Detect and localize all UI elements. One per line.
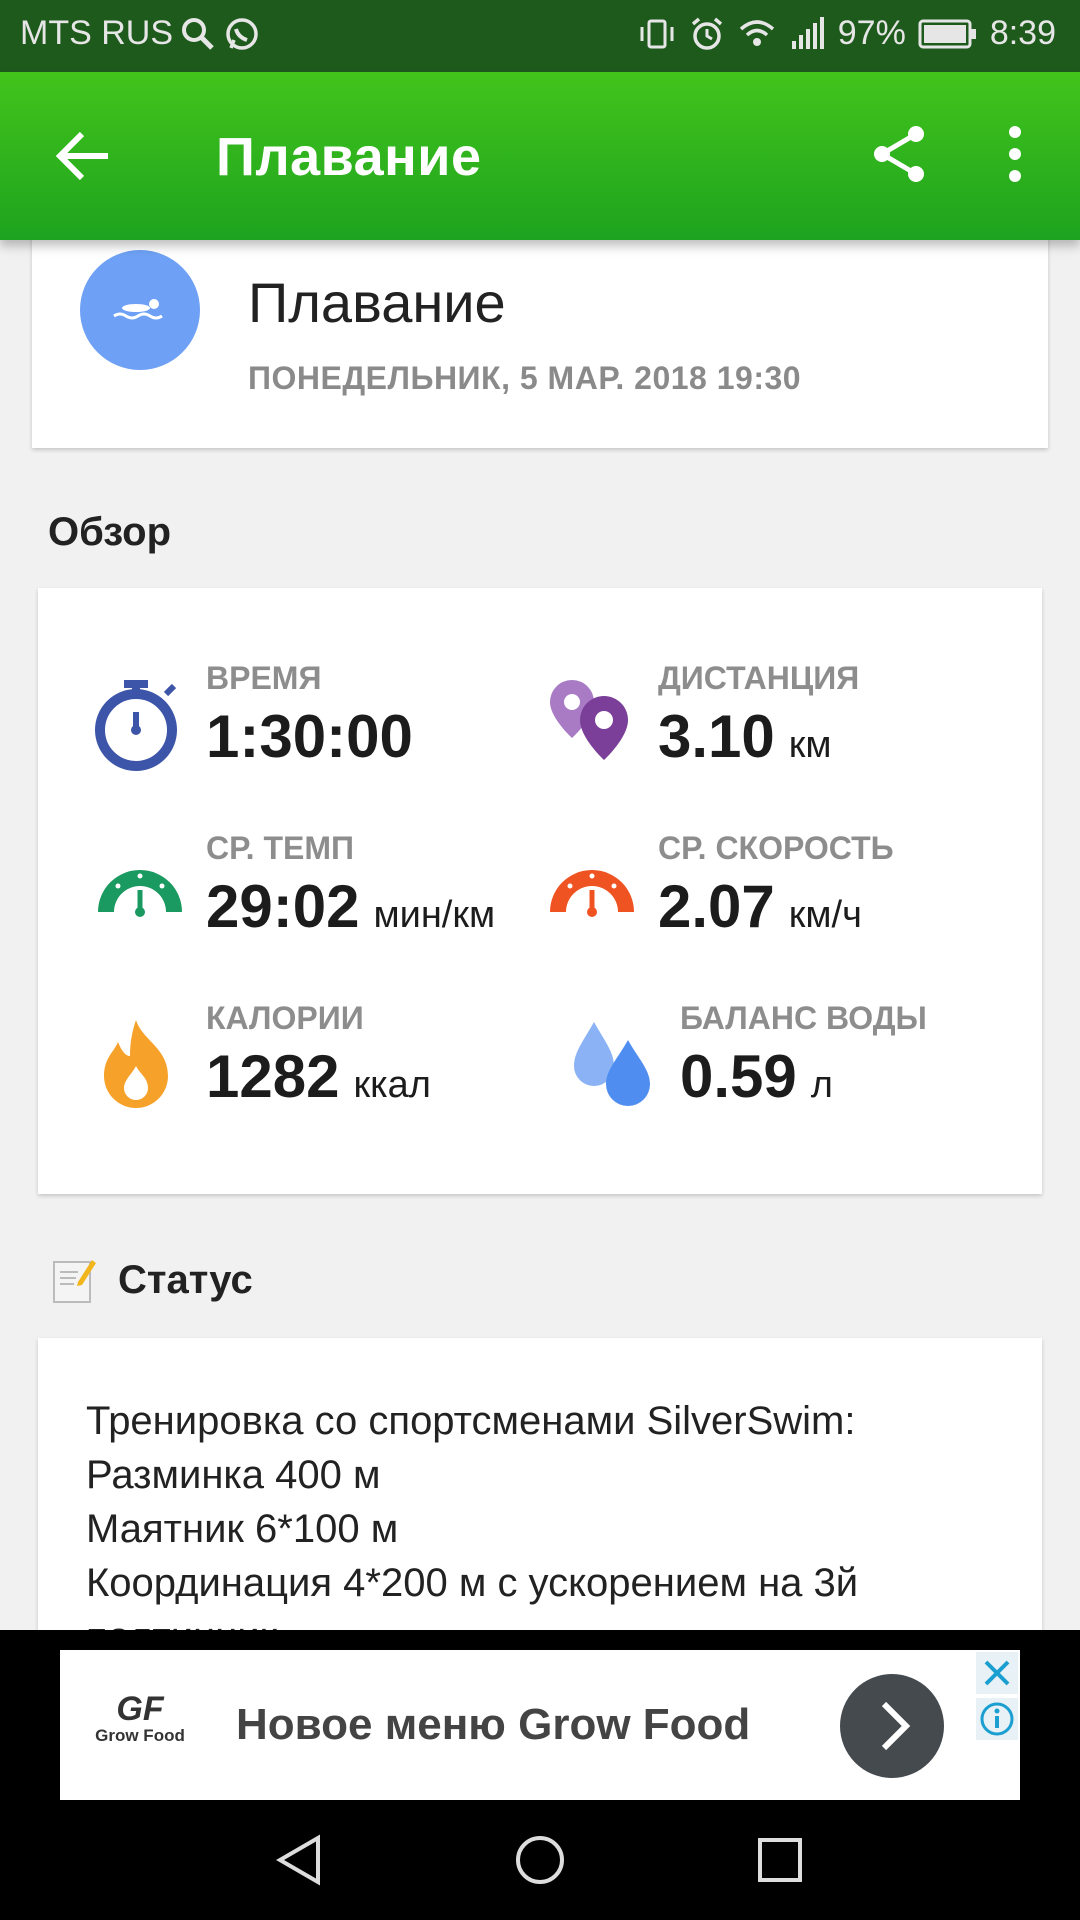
stat-time: ВРЕМЯ 1:30:00 — [90, 660, 550, 790]
stat-calories-unit: ккал — [353, 1064, 431, 1106]
ad-logo: GF Grow Food — [90, 1692, 190, 1746]
carrier-label: MTS RUS — [20, 14, 173, 52]
stat-pace-value: 29:02 мин/км — [206, 872, 495, 941]
stat-speed-label: СР. СКОРОСТЬ — [658, 830, 894, 866]
water-drops-icon — [574, 1022, 650, 1106]
signal-icon — [791, 16, 824, 49]
stat-water-label: БАЛАНС ВОДЫ — [680, 1000, 927, 1036]
stat-pace-number: 29:02 — [206, 873, 360, 940]
swimmer-icon — [113, 299, 163, 320]
overview-heading: Обзор — [48, 510, 172, 554]
stat-calories: КАЛОРИИ 1282 ккал — [90, 1000, 550, 1130]
stat-speed-unit: км/ч — [788, 894, 862, 936]
stat-calories-number: 1282 — [206, 1043, 340, 1110]
ad-headline: Новое меню Grow Food — [236, 1700, 751, 1749]
stat-time-value: 1:30:00 — [206, 702, 413, 771]
share-icon[interactable] — [868, 122, 932, 186]
map-pins-icon — [550, 680, 628, 760]
whatsapp-icon — [226, 17, 258, 50]
overview-card: ВРЕМЯ 1:30:00 ДИСТАНЦИЯ 3.10 км СР. ТЕМП… — [38, 588, 1042, 1194]
ad-logo-mark: GF — [116, 1690, 164, 1728]
search-icon — [182, 17, 214, 50]
stopwatch-icon — [95, 680, 177, 771]
scroll-content[interactable]: Плавание ПОНЕДЕЛЬНИК, 5 МАР. 2018 19:30 … — [0, 240, 1080, 1630]
ad-banner[interactable]: GF Grow Food Новое меню Grow Food — [60, 1650, 1020, 1800]
stat-water-unit: л — [810, 1064, 833, 1106]
nav-recents-icon[interactable] — [750, 1830, 810, 1890]
stat-distance: ДИСТАНЦИЯ 3.10 км — [542, 660, 1002, 790]
ad-close-icon[interactable] — [976, 1652, 1018, 1694]
ad-logo-subtitle: Grow Food — [95, 1726, 185, 1745]
stat-pace: СР. ТЕМП 29:02 мин/км — [90, 830, 550, 960]
alarm-icon — [691, 17, 722, 50]
activity-datetime: ПОНЕДЕЛЬНИК, 5 МАР. 2018 19:30 — [248, 360, 802, 396]
ad-banner-container: GF Grow Food Новое меню Grow Food — [0, 1630, 1080, 1800]
navigation-bar — [0, 1800, 1080, 1920]
stat-distance-number: 3.10 — [658, 703, 775, 770]
speed-gauge-icon — [550, 870, 634, 917]
nav-back-icon[interactable] — [270, 1830, 330, 1890]
pace-gauge-icon — [98, 870, 182, 917]
stat-distance-label: ДИСТАНЦИЯ — [658, 660, 860, 696]
stat-speed: СР. СКОРОСТЬ 2.07 км/ч — [542, 830, 1002, 960]
app-bar: Плавание — [0, 72, 1080, 240]
flame-icon — [104, 1020, 168, 1108]
stat-calories-label: КАЛОРИИ — [206, 1000, 364, 1036]
status-heading: Статус — [118, 1258, 253, 1302]
app-bar-title: Плавание — [216, 127, 482, 187]
stat-water-value: 0.59 л — [680, 1042, 833, 1111]
wifi-icon — [739, 19, 774, 46]
more-options-icon[interactable] — [990, 122, 1040, 186]
status-bar: MTS RUS 97% 8:39 — [0, 0, 1080, 72]
activity-avatar — [80, 250, 200, 370]
ad-open-button[interactable] — [840, 1674, 944, 1778]
stat-calories-value: 1282 ккал — [206, 1042, 431, 1111]
status-card: Тренировка со спортсменами SilverSwim: Р… — [38, 1338, 1042, 1630]
battery-percent: 97% — [837, 14, 906, 52]
stat-time-label: ВРЕМЯ — [206, 660, 322, 696]
stat-speed-value: 2.07 км/ч — [658, 872, 862, 941]
status-bar-right: 97% 8:39 — [638, 14, 1056, 53]
clock: 8:39 — [989, 14, 1056, 52]
chevron-right-icon — [881, 1701, 911, 1751]
stat-water: БАЛАНС ВОДЫ 0.59 л — [564, 1000, 1024, 1130]
stat-pace-unit: мин/км — [373, 894, 496, 936]
vibrate-icon — [640, 19, 674, 48]
stat-pace-label: СР. ТЕМП — [206, 830, 354, 866]
stat-time-number: 1:30:00 — [206, 703, 413, 770]
stat-speed-number: 2.07 — [658, 873, 775, 940]
back-arrow-icon[interactable] — [52, 124, 116, 188]
ad-info-icon[interactable] — [976, 1698, 1018, 1740]
stat-distance-value: 3.10 км — [658, 702, 832, 771]
stat-distance-unit: км — [788, 724, 832, 766]
status-text: Тренировка со спортсменами SilverSwim: Р… — [86, 1399, 859, 1630]
nav-home-icon[interactable] — [510, 1830, 570, 1890]
stat-water-number: 0.59 — [680, 1043, 797, 1110]
notepad-icon — [53, 1260, 96, 1303]
activity-title: Плавание — [248, 271, 506, 334]
battery-icon — [918, 19, 976, 48]
activity-header-card: Плавание ПОНЕДЕЛЬНИК, 5 МАР. 2018 19:30 — [32, 240, 1048, 448]
status-bar-left: MTS RUS — [20, 14, 261, 53]
